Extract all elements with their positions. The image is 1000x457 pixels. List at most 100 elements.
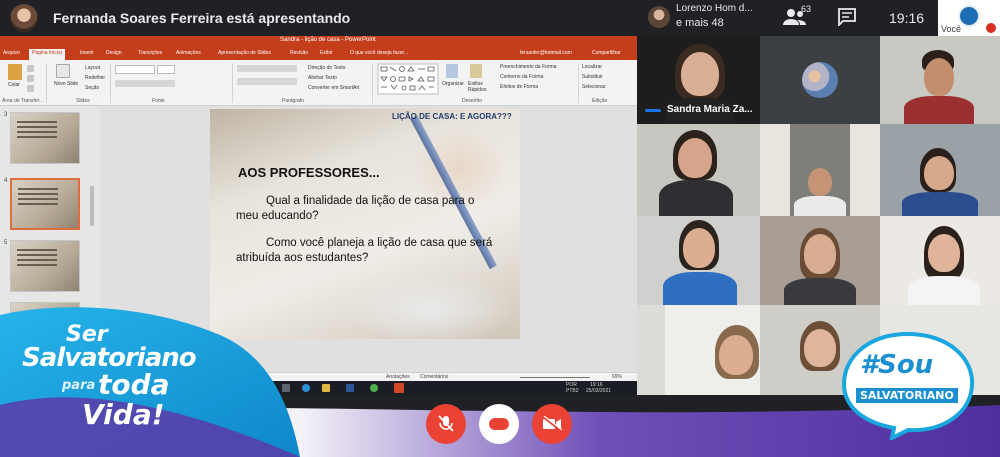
mic-muted-icon (986, 23, 996, 33)
participant-tile[interactable] (880, 216, 1000, 305)
self-label: Você (941, 24, 962, 34)
participant-tile[interactable] (760, 216, 880, 305)
group-font: Fonte (152, 98, 165, 104)
format-painter-icon[interactable] (27, 85, 34, 92)
thumb-number: 3 (4, 112, 8, 118)
paste-icon[interactable] (8, 64, 22, 80)
participant-tile[interactable] (880, 36, 1000, 124)
section-button[interactable]: Seção (85, 85, 99, 91)
presenter-banner-text: Fernanda Soares Ferreira está apresentan… (53, 10, 351, 26)
slide-thumbnail[interactable] (10, 240, 80, 292)
participant-avatar (648, 6, 670, 28)
powerpoint-icon[interactable] (394, 383, 404, 393)
arrange-icon[interactable] (446, 64, 458, 78)
chat-icon[interactable] (838, 8, 856, 26)
participant-tile[interactable] (637, 305, 760, 395)
self-avatar (958, 5, 980, 27)
thumb-number: 4 (4, 178, 8, 184)
layout-button[interactable]: Layout (85, 65, 100, 71)
group-editing: Edição (592, 98, 608, 104)
participant-body (902, 192, 978, 216)
font-name-box[interactable] (115, 65, 155, 74)
mic-off-icon (438, 415, 454, 432)
tab-slideshow[interactable]: Apresentação de Slides (218, 50, 271, 56)
alignment-icons[interactable] (237, 78, 297, 85)
slide-thumbnail-selected[interactable] (10, 178, 80, 230)
participant-face (808, 168, 832, 196)
hang-up-button[interactable] (479, 404, 519, 444)
mic-toggle-button[interactable] (426, 404, 466, 444)
zoom-level: 69% (612, 374, 623, 380)
participant-body (784, 278, 856, 305)
brand-right-line2: SALVATORIANO (856, 388, 958, 403)
comments-button[interactable]: Comentários (420, 374, 448, 380)
thumbnails-scrollbar[interactable] (90, 186, 94, 226)
shape-effects-button[interactable]: Efeitos de Forma (500, 84, 538, 90)
participant-face (683, 228, 715, 268)
clock-time: 19:16 (889, 10, 925, 26)
participant-tile[interactable] (760, 124, 880, 216)
notes-button[interactable]: Anotações (386, 374, 410, 380)
smartart-button[interactable]: Converter em SmartArt (308, 85, 359, 91)
find-button[interactable]: Localizar (582, 64, 602, 70)
copy-icon[interactable] (27, 75, 34, 82)
ppt-title-bar: Sandra - lição de casa - PowerPoint (0, 36, 637, 48)
slide-question-1: Qual a finalidade da lição de casa para … (236, 195, 475, 222)
more-participants-label: e mais 48 (676, 17, 724, 29)
slide-thumbnail[interactable] (10, 112, 80, 164)
file-explorer-icon[interactable] (322, 384, 330, 392)
chrome-icon[interactable] (370, 384, 378, 392)
thumbnail-text-lines (17, 249, 57, 251)
tab-transitions[interactable]: Transições (138, 50, 162, 56)
top-participant-name: Lorenzo Hom d... (676, 3, 753, 14)
participant-tile-avatar[interactable] (760, 36, 880, 124)
replace-button[interactable]: Substituir (582, 74, 603, 80)
shape-outline-button[interactable]: Contorno da Forma (500, 74, 543, 80)
cut-icon[interactable] (27, 65, 34, 72)
ribbon-separator (110, 63, 111, 103)
slide-subtitle: AOS PROFESSORES... (238, 165, 380, 180)
tab-design[interactable]: Design (106, 50, 122, 56)
participant-face (804, 329, 836, 367)
font-size-box[interactable] (157, 65, 175, 74)
align-text-button[interactable]: Alinhar Texto (308, 75, 337, 81)
text-direction-button[interactable]: Direção do Texto (308, 65, 345, 71)
tab-home[interactable]: Página Inicial (29, 49, 65, 60)
participant-tile[interactable] (880, 124, 1000, 216)
font-formatting-icons[interactable] (115, 80, 175, 87)
reset-button[interactable]: Redefinir (85, 75, 105, 81)
bullet-list-icons[interactable] (237, 65, 297, 72)
new-slide-label: Novo Slide (54, 81, 79, 87)
tab-insert[interactable]: Inserir (80, 50, 94, 56)
ppt-ribbon-tabs: Arquivo Página Inicial Inserir Design Tr… (0, 48, 637, 60)
select-button[interactable]: Selecionar (582, 84, 606, 90)
share-button[interactable]: Compartilhar (592, 50, 621, 56)
participant-face (924, 156, 954, 190)
group-drawing: Desenho (462, 98, 483, 104)
tab-animations[interactable]: Animações (176, 50, 201, 56)
tell-me-search[interactable]: O que você deseja fazer... (350, 50, 408, 56)
participant-tile[interactable] (637, 216, 760, 305)
tab-review[interactable]: Revisão (290, 50, 308, 56)
ppt-ribbon: Colar Área de Transfer... Novo Slide Lay… (0, 60, 637, 106)
thumb-number: 5 (4, 240, 8, 246)
new-slide-icon[interactable] (56, 64, 70, 78)
participant-tile[interactable] (637, 124, 760, 216)
ppt-user-email: fersaofer@hotmail.com (520, 50, 572, 56)
quick-styles-icon[interactable] (470, 64, 482, 78)
tab-view[interactable]: Exibir (320, 50, 333, 56)
camera-toggle-button[interactable] (532, 404, 572, 444)
meeting-top-bar: Fernanda Soares Ferreira está apresentan… (0, 0, 1000, 36)
participant-face (719, 335, 753, 375)
shape-fill-button[interactable]: Preenchimento da Forma (500, 64, 556, 70)
tab-file[interactable]: Arquivo (3, 50, 20, 56)
taskbar-date: 25/03/2021 (586, 388, 612, 394)
brand-right-line1: #Sou (860, 350, 934, 380)
camera-off-icon (542, 416, 562, 432)
zoom-slider[interactable] (520, 377, 590, 378)
word-icon[interactable] (346, 384, 354, 392)
shapes-gallery[interactable] (377, 63, 439, 95)
edge-icon[interactable] (302, 384, 310, 392)
participant-body (659, 180, 733, 216)
group-paragraph: Parágrafo (282, 98, 304, 104)
